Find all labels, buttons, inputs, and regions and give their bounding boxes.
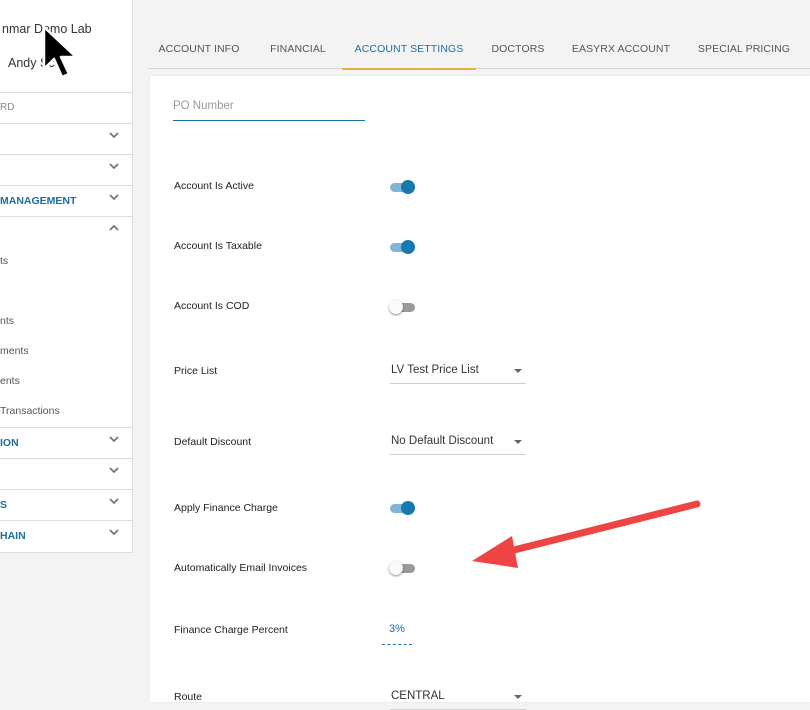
- chevron-down-icon[interactable]: [108, 160, 120, 172]
- account-taxable-toggle[interactable]: [389, 239, 417, 255]
- finance-charge-percent-value: 3%: [389, 623, 405, 635]
- sidebar-subitem[interactable]: ments: [0, 336, 132, 366]
- auto-email-invoices-label: Automatically Email Invoices: [174, 562, 308, 574]
- tab-special-pricing[interactable]: SPECIAL PRICING: [694, 30, 794, 68]
- caret-down-icon: [514, 695, 522, 699]
- sidebar-item-label: MANAGEMENT: [0, 195, 77, 207]
- default-discount-label: Default Discount: [174, 436, 252, 448]
- tab-easyrx-account[interactable]: EASYRX ACCOUNT: [568, 30, 674, 68]
- account-active-toggle[interactable]: [389, 179, 417, 195]
- sidebar-item-3[interactable]: [0, 155, 132, 186]
- chevron-down-icon[interactable]: [108, 495, 120, 507]
- chevron-up-icon[interactable]: [108, 222, 120, 234]
- sidebar-item-dashboard[interactable]: RD: [0, 93, 132, 124]
- chevron-down-icon[interactable]: [108, 129, 120, 141]
- finance-charge-percent-label: Finance Charge Percent: [174, 624, 288, 636]
- caret-down-icon: [514, 440, 522, 444]
- sidebar-subitem-label: ents: [0, 375, 20, 387]
- price-list-select[interactable]: LV Test Price List: [390, 361, 526, 384]
- chevron-down-icon[interactable]: [108, 526, 120, 538]
- price-list-value: LV Test Price List: [391, 364, 479, 376]
- account-taxable-label: Account Is Taxable: [174, 240, 262, 252]
- sidebar-item-label: RD: [0, 102, 15, 113]
- account-cod-label: Account Is COD: [174, 300, 250, 312]
- po-number-field[interactable]: [173, 96, 365, 121]
- tab-account-info[interactable]: ACCOUNT INFO: [148, 30, 250, 68]
- sidebar-bottom-group: ION S HAIN: [0, 427, 132, 551]
- sidebar-subitems: ts nts ments ents Transactions: [0, 246, 132, 426]
- sidebar-item-label: S: [0, 499, 8, 511]
- sidebar: nmar Demo Lab Andy Sc RD MANAGEMENT ts n…: [0, 0, 133, 553]
- sidebar-subitem-label: Transactions: [0, 405, 60, 417]
- caret-down-icon: [514, 369, 522, 373]
- apply-finance-charge-toggle[interactable]: [389, 500, 417, 516]
- sidebar-item-ion[interactable]: ION: [0, 428, 132, 459]
- sidebar-item-label: ION: [0, 437, 19, 449]
- tab-financial[interactable]: FINANCIAL: [258, 30, 338, 68]
- route-value: CENTRAL: [391, 690, 445, 702]
- default-discount-select[interactable]: No Default Discount: [390, 432, 526, 455]
- sidebar-item-expanded[interactable]: [0, 217, 132, 247]
- sidebar-item-management[interactable]: MANAGEMENT: [0, 186, 132, 217]
- chevron-down-icon[interactable]: [108, 464, 120, 476]
- route-select[interactable]: CENTRAL: [390, 687, 526, 710]
- default-discount-value: No Default Discount: [391, 435, 494, 447]
- mouse-cursor-icon: [42, 25, 78, 79]
- sidebar-item-hain[interactable]: HAIN: [0, 521, 132, 551]
- route-label: Route: [174, 691, 203, 703]
- sidebar-subitem[interactable]: [0, 276, 132, 306]
- finance-charge-percent-input[interactable]: 3%: [382, 620, 412, 645]
- account-cod-toggle[interactable]: [389, 299, 417, 315]
- tab-account-settings[interactable]: ACCOUNT SETTINGS: [342, 30, 476, 70]
- chevron-down-icon[interactable]: [108, 433, 120, 445]
- tab-doctors[interactable]: DOCTORS: [484, 30, 552, 68]
- sidebar-subitem[interactable]: ts: [0, 246, 132, 276]
- po-number-input[interactable]: [173, 98, 365, 112]
- sidebar-item-s[interactable]: S: [0, 490, 132, 521]
- account-settings-panel: Account Is Active Account Is Taxable Acc…: [150, 76, 810, 710]
- sidebar-item-label: HAIN: [0, 530, 26, 542]
- sidebar-subitem-label: ts: [0, 255, 9, 267]
- account-active-label: Account Is Active: [174, 180, 254, 192]
- sidebar-item-2[interactable]: [0, 124, 132, 155]
- tab-bar: ACCOUNT INFO FINANCIAL ACCOUNT SETTINGS …: [148, 30, 810, 70]
- chevron-down-icon[interactable]: [108, 191, 120, 203]
- sidebar-subitem-label: ments: [0, 345, 29, 357]
- price-list-label: Price List: [174, 365, 218, 377]
- annotation-arrow-icon: [472, 500, 701, 568]
- sidebar-subitem[interactable]: Transactions: [0, 396, 132, 426]
- sidebar-subitem[interactable]: ents: [0, 366, 132, 396]
- apply-finance-charge-label: Apply Finance Charge: [174, 502, 278, 514]
- sidebar-subitem[interactable]: nts: [0, 306, 132, 336]
- auto-email-invoices-toggle[interactable]: [389, 560, 417, 576]
- sidebar-item-blank[interactable]: [0, 459, 132, 490]
- sidebar-subitem-label: nts: [0, 315, 15, 327]
